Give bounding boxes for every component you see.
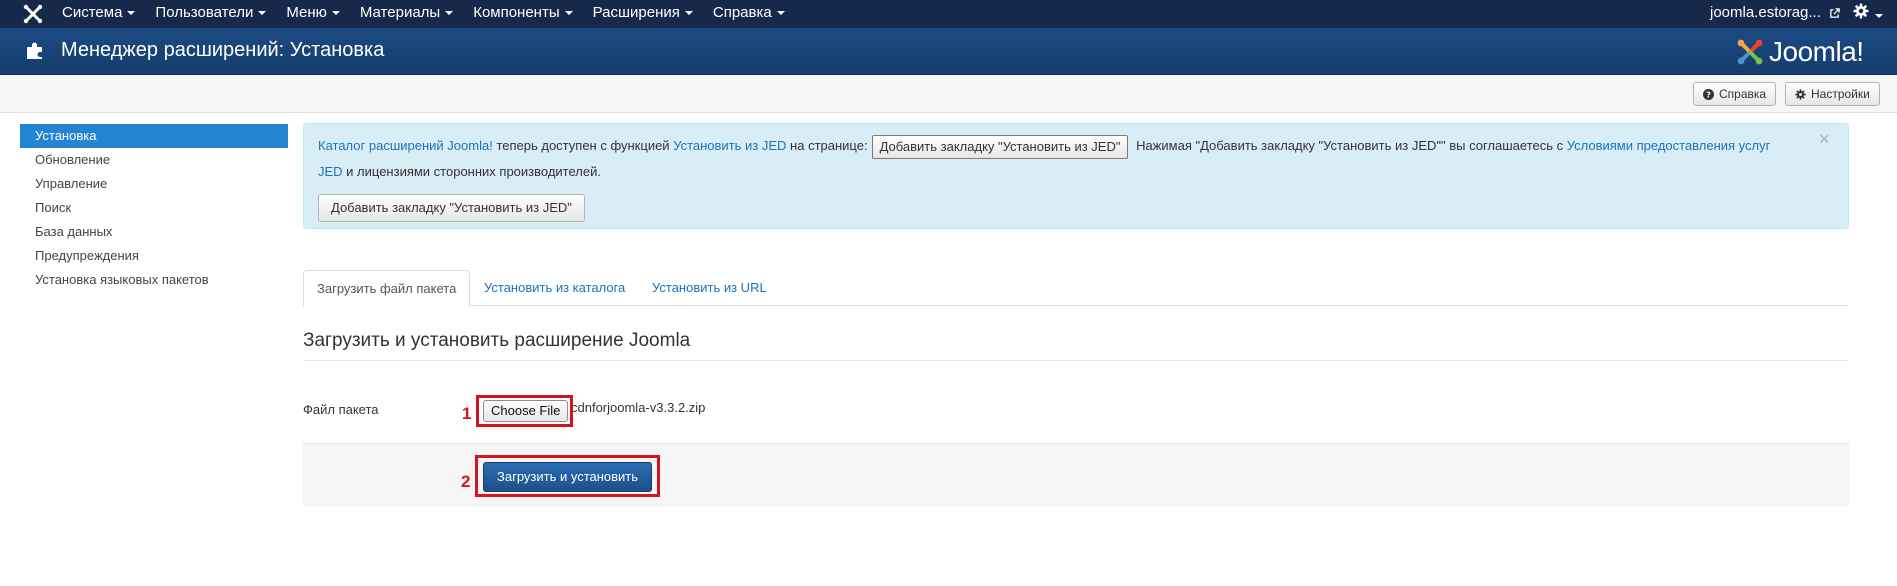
section-divider — [303, 360, 1849, 361]
add-jed-tab-inline-button[interactable]: Добавить закладку "Установить из JED" — [871, 134, 1129, 159]
tab-install-from-folder[interactable]: Установить из каталога — [471, 270, 638, 307]
options-button[interactable]: Настройки — [1785, 82, 1880, 106]
caret-down-icon — [127, 11, 136, 16]
caret-down-icon — [445, 11, 454, 16]
package-file-label: Файл пакета — [303, 402, 379, 417]
caret-down-icon — [1874, 13, 1883, 18]
menu-content[interactable]: Материалы — [350, 0, 463, 28]
sidebar-item-manage[interactable]: Управление — [20, 172, 288, 196]
install-from-jed-link[interactable]: Установить из JED — [673, 138, 786, 153]
site-link[interactable]: joomla.estorag... — [1710, 0, 1840, 25]
gear-icon — [1853, 3, 1869, 19]
help-button[interactable]: ? Справка — [1693, 82, 1777, 106]
caret-down-icon — [684, 11, 693, 16]
add-jed-tab-button[interactable]: Добавить закладку "Установить из JED" — [318, 194, 585, 222]
external-link-icon — [1830, 7, 1840, 18]
page-title: Менеджер расширений: Установка — [61, 39, 385, 61]
user-settings-menu[interactable] — [1853, 3, 1883, 22]
annotation-box-2 — [475, 455, 660, 497]
toolbar: ? Справка Настройки — [0, 75, 1897, 113]
menu-menus[interactable]: Меню — [276, 0, 350, 28]
jed-info-alert: Каталог расширений Joomla! теперь доступ… — [303, 123, 1849, 229]
sidebar-item-database[interactable]: База данных — [20, 220, 288, 244]
svg-text:?: ? — [1706, 89, 1711, 99]
alert-text-continued: JED и лицензиями сторонних производителе… — [318, 164, 601, 179]
joomla-logo-icon[interactable] — [22, 3, 44, 25]
menu-system[interactable]: Система — [52, 0, 145, 28]
page-header: Менеджер расширений: Установка Joomla! — [0, 28, 1897, 75]
menu-components[interactable]: Компоненты — [463, 0, 582, 28]
sidebar-item-update[interactable]: Обновление — [20, 148, 288, 172]
caret-down-icon — [776, 11, 785, 16]
annotation-number-1: 1 — [462, 404, 472, 423]
annotation-box-1 — [476, 395, 573, 427]
menu-users[interactable]: Пользователи — [145, 0, 276, 28]
caret-down-icon — [258, 11, 267, 16]
selected-file-name: cdnforjoomla-v3.3.2.zip — [571, 400, 706, 415]
gear-icon — [1795, 88, 1806, 100]
caret-down-icon — [331, 11, 340, 16]
annotation-number-2: 2 — [461, 472, 471, 491]
sidebar-item-install[interactable]: Установка — [20, 124, 288, 148]
sidebar-item-install-languages[interactable]: Установка языковых пакетов — [20, 268, 288, 292]
tab-upload-package[interactable]: Загрузить файл пакета — [303, 270, 471, 307]
jed-catalog-link[interactable]: Каталог расширений Joomla! — [318, 138, 493, 153]
menu-extensions[interactable]: Расширения — [583, 0, 703, 28]
tab-install-from-url[interactable]: Установить из URL — [639, 270, 780, 307]
sidebar: Установка Обновление Управление Поиск Ба… — [20, 124, 288, 292]
close-icon[interactable]: × — [1819, 129, 1830, 149]
alert-text: Каталог расширений Joomla! теперь доступ… — [318, 134, 1818, 159]
joomla-wordmark: Joomla! — [1769, 36, 1864, 67]
sidebar-item-discover[interactable]: Поиск — [20, 196, 288, 220]
sidebar-item-warnings[interactable]: Предупреждения — [20, 244, 288, 268]
jed-terms-link[interactable]: JED — [318, 164, 343, 179]
top-navbar: Система Пользователи Меню Материалы Комп… — [0, 0, 1897, 28]
joomla-brand-logo: Joomla! — [1735, 32, 1864, 72]
menu-help[interactable]: Справка — [703, 0, 795, 28]
joomla-emblem-icon — [1737, 39, 1763, 65]
install-tabs: Загрузить файл пакета Установить из ката… — [303, 270, 1849, 307]
main-menu: Система Пользователи Меню Материалы Комп… — [52, 0, 795, 28]
caret-down-icon — [564, 11, 573, 16]
question-circle-icon: ? — [1703, 88, 1714, 100]
section-title: Загрузить и установить расширение Joomla — [303, 330, 691, 351]
terms-of-service-link[interactable]: Условиями предоставления услуг — [1567, 138, 1771, 153]
puzzle-icon — [27, 42, 42, 59]
